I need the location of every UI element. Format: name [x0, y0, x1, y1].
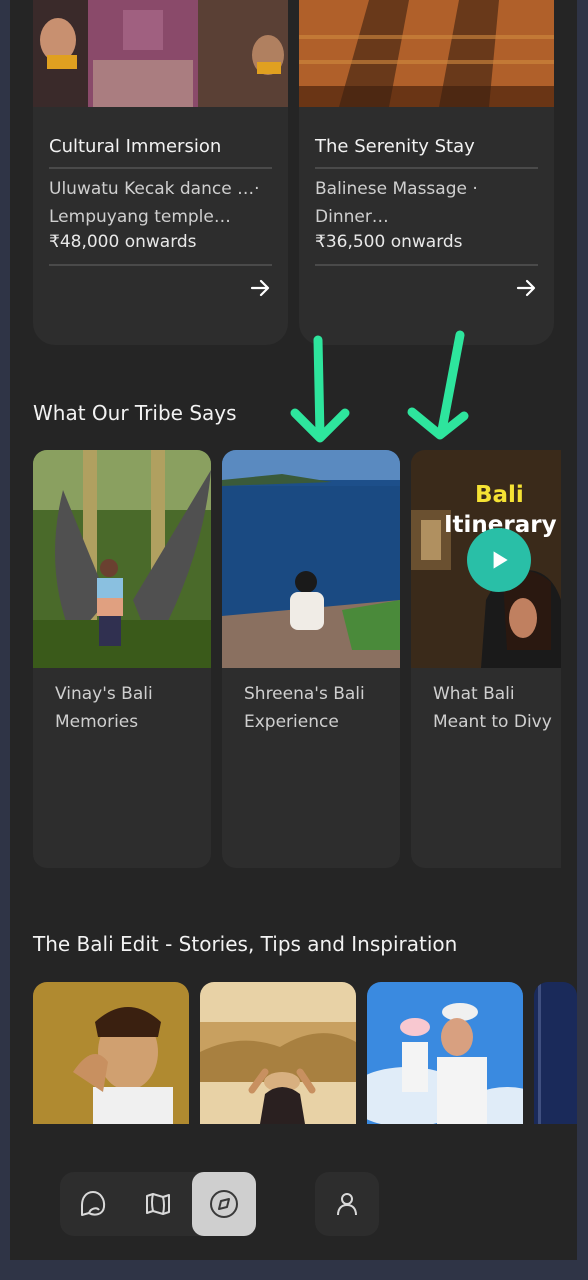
- nav-explore-button[interactable]: [192, 1172, 256, 1236]
- profile-icon: [337, 1193, 357, 1216]
- package-price: ₹48,000 onwards: [49, 232, 197, 252]
- tribe-photo: [33, 450, 211, 668]
- annotation-arrow-icon: [290, 335, 350, 443]
- compass-icon: [210, 1190, 238, 1218]
- caption-line: What Bali: [433, 684, 515, 704]
- package-description: Balinese Massage · Dinner…: [315, 179, 478, 227]
- edit-card[interactable]: [200, 982, 356, 1124]
- edit-card-image: [33, 982, 189, 1124]
- package-title: Cultural Immersion: [49, 136, 222, 157]
- caption-line: Memories: [55, 712, 139, 732]
- package-title: The Serenity Stay: [315, 136, 475, 157]
- divider: [49, 264, 272, 266]
- divider: [315, 264, 538, 266]
- package-image: [299, 0, 554, 107]
- nav-profile-button[interactable]: [315, 1172, 379, 1236]
- edit-card[interactable]: [534, 982, 577, 1124]
- package-price: ₹36,500 onwards: [315, 232, 463, 252]
- edit-card-image: [200, 982, 356, 1124]
- tribe-card-shreena[interactable]: Shreena's Bali Experience: [222, 450, 400, 868]
- caption-line: Meant to Divy: [433, 712, 552, 732]
- nav-chat-button[interactable]: [61, 1172, 125, 1236]
- app-screen: Cultural Immersion Uluwatu Kecak dance ……: [10, 0, 577, 1260]
- arrow-right-icon[interactable]: [514, 276, 538, 300]
- caption-line: Experience: [244, 712, 339, 732]
- tribe-card-vinay[interactable]: Vinay's Bali Memories: [33, 450, 211, 868]
- tribe-caption: What Bali Meant to Divy: [433, 680, 561, 736]
- play-icon: [493, 551, 508, 569]
- package-card-cultural-immersion[interactable]: Cultural Immersion Uluwatu Kecak dance ……: [33, 0, 288, 345]
- tribe-photo: [222, 450, 400, 668]
- caption-line: Vinay's Bali: [55, 684, 153, 704]
- edit-card-image: [367, 982, 523, 1124]
- section-title-bali-edit: The Bali Edit - Stories, Tips and Inspir…: [33, 932, 458, 956]
- arrow-right-icon[interactable]: [248, 276, 272, 300]
- video-overlay-text: Bali: [475, 482, 524, 508]
- tribe-caption: Shreena's Bali Experience: [244, 680, 394, 736]
- edit-card-image: [534, 982, 577, 1124]
- edit-card[interactable]: [367, 982, 523, 1124]
- divider: [315, 167, 538, 169]
- annotation-arrow-icon: [407, 330, 469, 440]
- package-image: [33, 0, 288, 107]
- nav-map-button[interactable]: [126, 1172, 190, 1236]
- edit-card[interactable]: [33, 982, 189, 1124]
- divider: [49, 167, 272, 169]
- package-description: Uluwatu Kecak dance …· Lempuyang temple…: [49, 179, 260, 227]
- play-button[interactable]: [467, 528, 531, 592]
- section-title-tribe: What Our Tribe Says: [33, 401, 237, 425]
- tribe-caption: Vinay's Bali Memories: [55, 680, 205, 736]
- caption-line: Shreena's Bali: [244, 684, 365, 704]
- chat-icon: [81, 1191, 106, 1216]
- tribe-card-divy[interactable]: Bali Itinerary What Bali Meant to Divy: [411, 450, 561, 868]
- package-card-serenity-stay[interactable]: The Serenity Stay Balinese Massage · Din…: [299, 0, 554, 345]
- map-icon: [146, 1193, 170, 1215]
